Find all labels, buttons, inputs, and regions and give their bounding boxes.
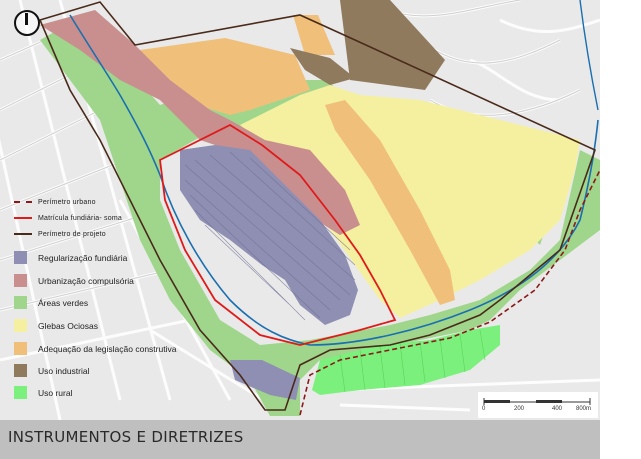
- legend-label: Adequação da legislação construtiva: [38, 343, 177, 354]
- map-canvas: 0 200 400 800m: [0, 0, 600, 420]
- legend-label: Perímetro de projeto: [38, 230, 106, 238]
- river-north: [579, 0, 599, 111]
- industrial-swatch: [14, 364, 27, 377]
- legend-adequacao: Adequação da legislação construtiva: [14, 342, 176, 355]
- glebas-swatch: [14, 319, 27, 332]
- rural-swatch: [14, 386, 27, 399]
- legend-rural: Uso rural: [14, 386, 72, 399]
- legend-glebas: Glebas Ociosas: [14, 319, 98, 332]
- scale-label-800: 800m: [576, 406, 592, 412]
- legend-perimetro-projeto: Perímetro de projeto: [14, 228, 106, 240]
- legend-regularizacao: Regularização fundiária: [14, 251, 127, 264]
- legend-label: Matrícula fundiária- soma: [38, 214, 122, 222]
- matricula-swatch: [14, 217, 32, 219]
- legend-label: Uso rural: [38, 387, 73, 398]
- legend-label: Uso industrial: [38, 365, 90, 376]
- legend-urbanizacao: Urbanização compulsória: [14, 274, 134, 287]
- scale-label-400: 400: [552, 406, 563, 412]
- scale-label-200: 200: [514, 406, 525, 412]
- legend-label: Perímetro urbano: [38, 198, 96, 206]
- zoning-map: [0, 0, 600, 420]
- legend-label: Áreas verdes: [38, 297, 89, 308]
- legend-areas-verdes: Áreas verdes: [14, 296, 88, 309]
- legend-label: Regularização fundiária: [38, 252, 128, 263]
- legend-industrial: Uso industrial: [14, 364, 90, 377]
- regularizacao-swatch: [14, 251, 27, 264]
- legend-perimetro-urbano: Perímetro urbano: [14, 196, 96, 208]
- areas-verdes-swatch: [14, 296, 27, 309]
- urbanizacao-swatch: [14, 274, 27, 287]
- north-arrow-icon: [14, 10, 40, 36]
- scale-bar-graphic: [483, 398, 591, 405]
- footer-bar: INSTRUMENTOS E DIRETRIZES: [0, 420, 600, 459]
- legend-matricula: Matrícula fundiária- soma: [14, 212, 122, 224]
- perimetro-projeto-swatch: [14, 233, 32, 235]
- page-title: INSTRUMENTOS E DIRETRIZES: [8, 428, 244, 446]
- scale-bar: 0 200 400 800m: [478, 392, 598, 418]
- adequacao-swatch: [14, 342, 27, 355]
- legend-label: Urbanização compulsória: [38, 275, 134, 286]
- perimetro-urbano-swatch: [14, 201, 32, 203]
- legend-label: Glebas Ociosas: [38, 320, 98, 331]
- scale-label-0: 0: [482, 406, 486, 412]
- uso-industrial-zone: [340, 0, 445, 90]
